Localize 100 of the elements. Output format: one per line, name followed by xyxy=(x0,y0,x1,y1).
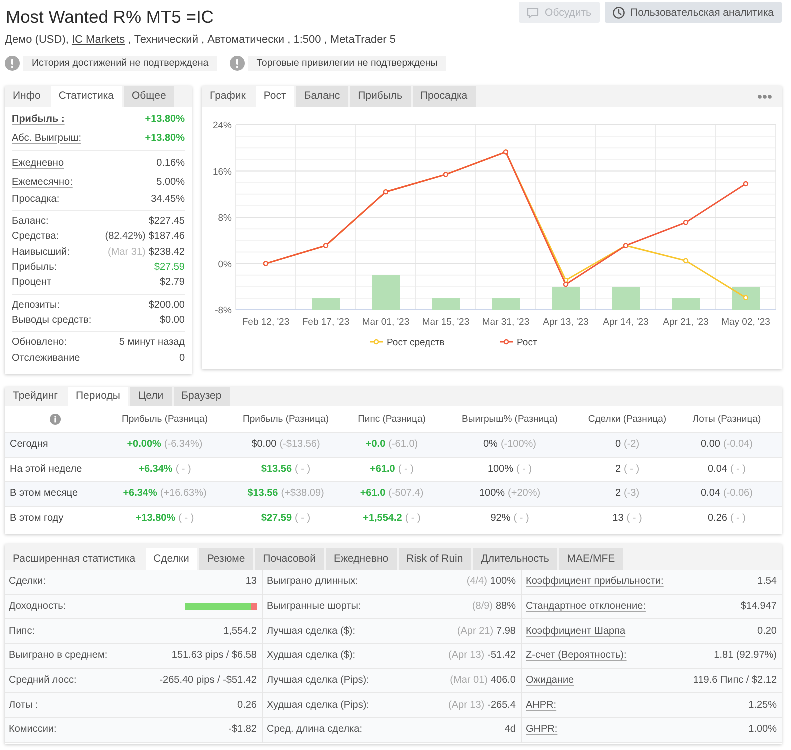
period-diff: (-507.4) xyxy=(388,488,424,500)
detail-label: Комиссии: xyxy=(9,724,57,736)
detail-value: 0.20 xyxy=(758,626,777,637)
detail-value: 0.26 xyxy=(238,700,257,711)
chart-tab[interactable]: Просадка xyxy=(412,86,476,107)
details-tab[interactable]: Сделки xyxy=(146,548,198,570)
chart-tab[interactable]: Баланс xyxy=(296,86,348,107)
detail-label: AHPR: xyxy=(526,700,557,711)
legend-marker-icon xyxy=(500,339,513,345)
detail-label: Сред. длина сделка: xyxy=(267,724,362,736)
detail-value: 119.6 Пипс / $2.12 xyxy=(693,675,777,686)
periods-tab[interactable]: Периоды xyxy=(68,387,128,406)
detail-value: -265.40 pips / -$51.42 xyxy=(160,675,257,686)
legend-label: Рост средств xyxy=(387,338,445,348)
stat-value: $187.46 xyxy=(148,231,185,242)
details-tab[interactable]: Расширенная статистика xyxy=(5,548,144,570)
column-header: Прибыль (Разница) xyxy=(122,414,208,424)
broker-link[interactable]: IC Markets xyxy=(72,34,126,46)
period-value: 100% xyxy=(488,464,514,475)
period-value: 0.04 xyxy=(708,464,728,475)
period-value: 0.00 xyxy=(701,439,720,450)
period-value: +61.0 xyxy=(370,464,396,475)
detail-label: Худшая сделка (Pips): xyxy=(267,700,370,711)
y-axis-label: 16% xyxy=(212,166,232,178)
column-header: Прибыль (Разница) xyxy=(243,414,329,424)
details-tab[interactable]: Почасовой xyxy=(255,548,324,570)
page-title: Most Wanted R% MT5 =IC xyxy=(6,6,214,28)
period-diff: ( - ) xyxy=(405,512,421,524)
detail-note: (Apr 13) xyxy=(448,700,485,711)
detail-note: (8/9) xyxy=(472,601,493,612)
trade-bar xyxy=(552,287,580,310)
period-diff: ( - ) xyxy=(516,464,532,475)
detail-value: 7.98 xyxy=(496,626,516,637)
period-diff: (-0.06) xyxy=(724,488,753,500)
stat-value: 34.45% xyxy=(151,194,185,205)
details-tab[interactable]: MAE/MFE xyxy=(559,548,624,570)
details-tab[interactable]: Длительность xyxy=(473,548,558,570)
period-value: 0 xyxy=(615,439,621,450)
period-diff: ( - ) xyxy=(730,464,746,475)
stat-label: Отслеживание xyxy=(12,352,80,364)
chart-tab[interactable]: Прибыль xyxy=(350,86,410,107)
trade-bar xyxy=(372,275,400,310)
periods-tab[interactable]: Трейдинг xyxy=(5,387,66,406)
column-header: Лоты (Разница) xyxy=(692,414,762,424)
period-value: 0% xyxy=(483,439,498,450)
period-diff: ( - ) xyxy=(398,464,414,475)
period-value: 2 xyxy=(615,464,621,475)
period-value: +6.34% xyxy=(138,464,173,475)
detail-label: Худшая сделка ($): xyxy=(267,650,356,662)
notice-label: История достижений не подтверждена xyxy=(23,56,217,71)
period-diff: (+16.63%) xyxy=(160,488,207,500)
periods-tab[interactable]: Браузер xyxy=(174,387,230,406)
period-diff: ( - ) xyxy=(295,512,311,524)
detail-note: (Apr 13) xyxy=(448,650,485,662)
x-axis-label: Apr 13, '23 xyxy=(543,317,589,328)
stats-tab[interactable]: Инфо xyxy=(5,86,49,107)
period-value: +0.0 xyxy=(366,439,386,450)
details-tab[interactable]: Risk of Ruin xyxy=(398,548,472,570)
detail-note: (Mar 01) xyxy=(450,675,488,686)
stat-label: Выводы средств: xyxy=(12,314,92,326)
analytics-button[interactable]: Пользовательская аналитика xyxy=(604,2,782,23)
period-diff: (+$38.09) xyxy=(281,488,324,500)
stat-value: $200.00 xyxy=(148,300,185,311)
stat-value: $227.45 xyxy=(148,216,185,228)
periods-tab[interactable]: Цели xyxy=(130,387,172,406)
period-diff: (-3) xyxy=(624,488,640,500)
detail-value: 1.81 (92.97%) xyxy=(714,650,777,662)
stat-value: +13.80% xyxy=(145,132,185,144)
stats-tab[interactable]: Статистика xyxy=(50,86,122,107)
detail-label: GHPR: xyxy=(526,724,558,736)
stat-value: 0.16% xyxy=(156,158,185,170)
detail-value: 406.0 xyxy=(490,675,516,686)
stat-label: Прибыль: xyxy=(12,262,58,274)
stat-value: 5 минут назад xyxy=(119,337,185,348)
detail-value: 151.63 pips / $6.58 xyxy=(172,650,257,662)
period-value: $27.59 xyxy=(261,512,292,524)
chart-tab[interactable]: Рост xyxy=(256,86,294,107)
x-axis-label: Mar 01, '23 xyxy=(362,317,410,328)
detail-label: Z-счет (Вероятность): xyxy=(526,650,627,662)
y-axis-label: -8% xyxy=(215,306,232,316)
period-value: $13.56 xyxy=(248,488,278,500)
notice-label: Торговые привилегии не подтверждены xyxy=(248,56,446,71)
period-diff: ( - ) xyxy=(295,464,311,475)
chart-tab[interactable]: График xyxy=(202,86,254,107)
stats-tab[interactable]: Общее xyxy=(124,86,174,107)
x-axis-label: May 02, '23 xyxy=(722,317,770,328)
detail-value: 100% xyxy=(490,576,516,588)
more-options-icon[interactable] xyxy=(758,94,772,98)
details-tab[interactable]: Ежедневно xyxy=(326,548,397,570)
info-icon[interactable] xyxy=(50,414,60,424)
stat-value: $2.79 xyxy=(160,277,185,288)
details-tab[interactable]: Резюме xyxy=(199,548,254,570)
detail-label: Коэффициент Шарпа xyxy=(526,626,626,637)
detail-note: (4/4) xyxy=(466,576,488,588)
period-value: +61.0 xyxy=(360,488,386,500)
detail-label: Коэффициент прибыльности: xyxy=(526,576,664,588)
detail-value: 88% xyxy=(496,601,516,612)
x-axis-label: Mar 15, '23 xyxy=(422,317,470,328)
stat-label: Прибыль : xyxy=(12,114,65,125)
period-value: 2 xyxy=(615,488,621,500)
